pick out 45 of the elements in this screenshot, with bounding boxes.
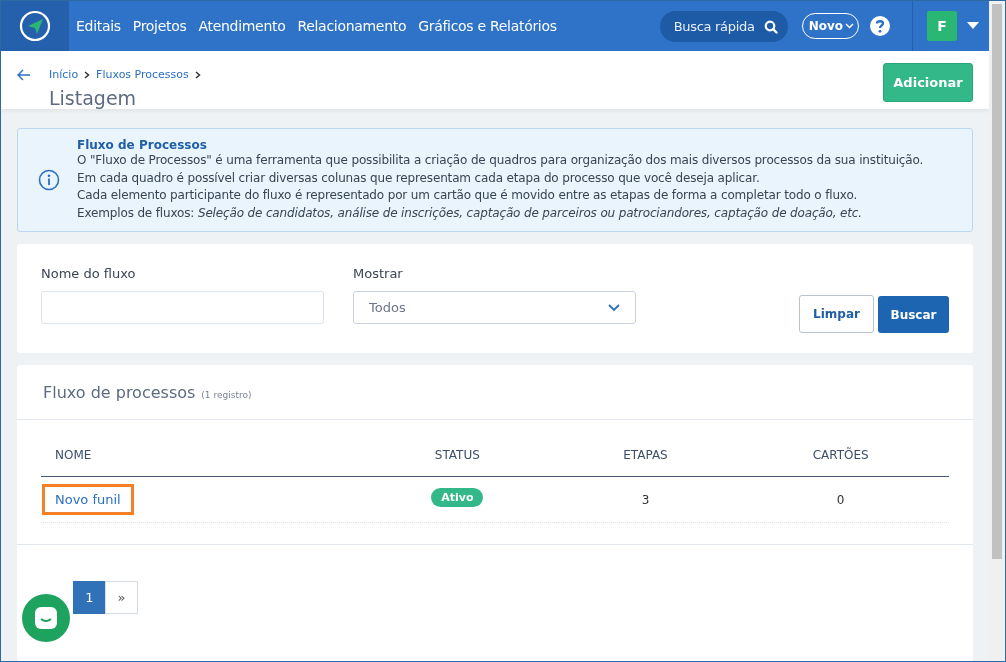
chevron-down-icon bbox=[845, 23, 854, 29]
user-avatar[interactable]: F bbox=[927, 11, 957, 41]
clear-button[interactable]: Limpar bbox=[799, 295, 874, 333]
nav-link[interactable]: Atendimento bbox=[198, 18, 286, 34]
chevron-icon bbox=[194, 70, 201, 79]
caret-icon[interactable] bbox=[967, 22, 979, 30]
breadcrumb-link[interactable]: Fluxos Processos bbox=[96, 68, 189, 81]
column-header: ETAPAS bbox=[623, 448, 668, 462]
table-cell: 3 bbox=[641, 492, 650, 507]
chat-icon bbox=[33, 605, 59, 631]
page-button[interactable]: » bbox=[105, 581, 138, 614]
info-text: O "Fluxo de Processos" é uma ferramenta que possibilita a criação de quadros para organização dos mais diversos processos da sua instituição. bbox=[77, 152, 924, 169]
search-button[interactable]: Buscar bbox=[878, 296, 949, 333]
nav-link[interactable]: Editais bbox=[76, 18, 121, 34]
table-cell: 0 bbox=[836, 492, 845, 507]
name-field[interactable] bbox=[41, 291, 324, 324]
logo-icon[interactable] bbox=[1, 1, 69, 51]
field-label: Nome do fluxo bbox=[41, 266, 137, 281]
status-badge: Ativo bbox=[431, 487, 484, 507]
search-icon bbox=[763, 19, 778, 34]
column-header: NOME bbox=[55, 448, 92, 462]
chevron-icon bbox=[84, 70, 91, 79]
page-title: Listagem bbox=[49, 87, 138, 109]
column-header: STATUS bbox=[434, 448, 480, 462]
field-label: Mostrar bbox=[353, 266, 404, 281]
show-dropdown[interactable]: Todos bbox=[353, 291, 636, 324]
info-title: Fluxo de Processos bbox=[77, 138, 208, 152]
info-icon bbox=[38, 169, 60, 191]
back-arrow-icon[interactable] bbox=[17, 68, 31, 81]
column-header: CARTÕES bbox=[812, 448, 869, 462]
info-text: Exemplos de fluxos: Seleção de candidatos, análise de inscrições, captação de parceiros ou patrociandores, captação de doação, etc. bbox=[77, 204, 863, 222]
page-button[interactable]: 1 bbox=[73, 581, 106, 614]
section-title: Fluxo de processos bbox=[43, 383, 196, 402]
info-text: Em cada quadro é possível criar diversas colunas que representam cada etapa do processo que você deseja aplicar. bbox=[77, 169, 761, 187]
nav-link[interactable]: Projetos bbox=[132, 18, 187, 34]
breadcrumb-link[interactable]: Início bbox=[49, 68, 79, 81]
flow-link[interactable]: Novo funil bbox=[42, 484, 134, 515]
search-field[interactable]: Busca rápida bbox=[659, 10, 788, 42]
nav-link[interactable]: Relacionamento bbox=[297, 18, 407, 34]
chevron-down-icon bbox=[608, 303, 620, 312]
help-icon[interactable] bbox=[869, 15, 891, 37]
add-button[interactable]: Adicionar bbox=[883, 63, 973, 102]
info-text: Cada elemento participante do fluxo é representado por um cartão que é movido entre as etapas de forma a completar todo o fluxo. bbox=[77, 187, 859, 204]
nav-link[interactable]: Gráficos e Relatórios bbox=[418, 18, 557, 34]
record-count: (1 registro) bbox=[201, 390, 252, 400]
